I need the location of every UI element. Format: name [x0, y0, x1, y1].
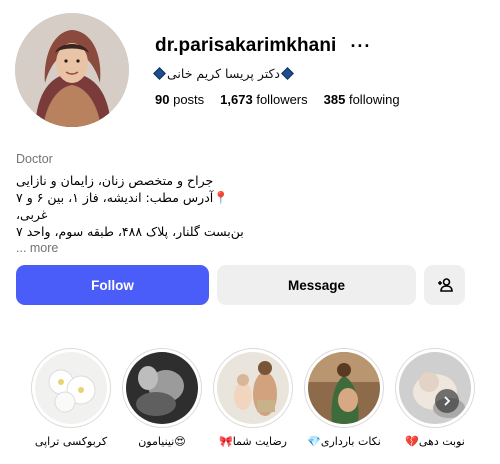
profile-avatar[interactable] [15, 13, 129, 127]
highlight-ring [31, 348, 111, 428]
message-button[interactable]: Message [217, 265, 416, 305]
avatar-photo [15, 13, 129, 127]
diamond-icon [281, 66, 294, 80]
highlight-label: نوبت دهی💔 [405, 435, 465, 448]
more-options-icon[interactable]: ··· [350, 37, 371, 55]
highlight-ring [213, 348, 293, 428]
posts-stat[interactable]: 90 posts [155, 92, 204, 107]
bio-line: بن‌بست گلنار، پلاک ۴۸۸، طبقه سوم، واحد ۷ [16, 224, 244, 239]
highlight-cover [35, 352, 107, 424]
highlight-ring [395, 348, 475, 428]
username: dr.parisakarimkhani [155, 35, 337, 56]
profile-bio: Doctor جراح و متخصص زنان، زایمان و نازای… [16, 152, 456, 255]
highlight-ring [304, 348, 384, 428]
profile-header: dr.parisakarimkhani ··· دکتر پریسا کریم … [153, 35, 485, 107]
diamond-icon [153, 66, 166, 80]
highlight-cover [399, 352, 471, 424]
bio-more-link[interactable]: ... more [16, 241, 456, 255]
highlight-label: رضایت شما🎀 [219, 435, 287, 448]
username-row: dr.parisakarimkhani ··· [155, 35, 485, 57]
highlight-ring [122, 348, 202, 428]
highlight-cover [308, 352, 380, 424]
highlight-item[interactable]: رضایت شما🎀 [213, 348, 293, 448]
add-user-icon [437, 278, 453, 292]
chevron-right-icon [444, 396, 451, 406]
highlight-label: کربوکسی تراپی [34, 435, 108, 448]
followers-stat[interactable]: 1,673 followers [220, 92, 307, 107]
highlight-item[interactable]: 😍نینیامون [122, 348, 202, 448]
display-name: دکتر پریسا کریم خانی [167, 65, 281, 81]
bio-line: 📍آدرس مطب: اندیشه، فاز ۱، بین ۶ و ۷ غربی… [16, 190, 229, 222]
profile-actions: Follow Message [16, 265, 465, 305]
highlights-next-button[interactable] [435, 389, 459, 413]
highlight-item[interactable]: کربوکسی تراپی [31, 348, 111, 448]
highlight-cover [126, 352, 198, 424]
story-highlights: کربوکسی تراپی 😍نینیامون رضایت شما🎀 نکات … [0, 348, 500, 464]
display-name-row: دکتر پریسا کریم خانی [153, 64, 485, 82]
follow-button[interactable]: Follow [16, 265, 209, 305]
category-label: Doctor [16, 152, 53, 166]
highlight-label: نکات بارداری💎 [307, 435, 381, 448]
highlight-item[interactable]: نکات بارداری💎 [304, 348, 384, 448]
bio-line: جراح و متخصص زنان، زایمان و نازایی [16, 173, 214, 188]
highlight-cover [217, 352, 289, 424]
profile-stats: 90 posts 1,673 followers 385 following [155, 92, 485, 107]
following-stat[interactable]: 385 following [324, 92, 400, 107]
highlight-label: 😍نینیامون [138, 435, 186, 448]
suggested-accounts-button[interactable] [424, 265, 465, 305]
